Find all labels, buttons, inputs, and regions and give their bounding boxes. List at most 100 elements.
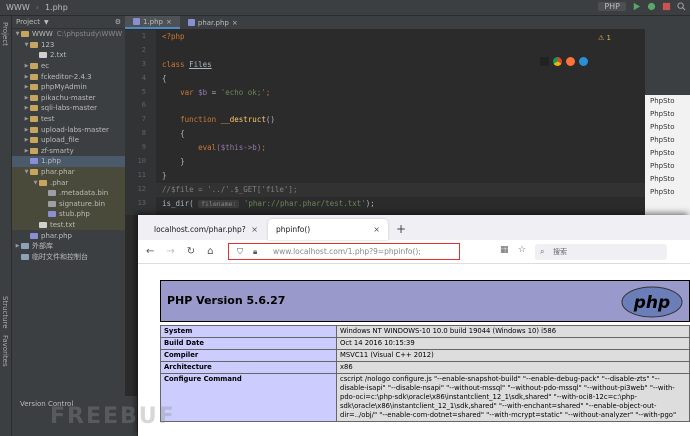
php-logo-icon: php	[621, 286, 683, 318]
tree-item[interactable]: .metadata.bin	[12, 187, 125, 199]
browser-tab-phar[interactable]: localhost.com/phar.php? ×	[146, 219, 266, 240]
back-icon[interactable]: ←	[146, 246, 154, 257]
file-icon	[21, 243, 29, 250]
bookmark-star-icon[interactable]: ☆	[518, 245, 526, 255]
tree-item[interactable]: ▶ pikachu-master	[12, 93, 125, 104]
gear-icon[interactable]: ⚙	[115, 18, 121, 26]
chevron-icon[interactable]: ▶	[23, 63, 30, 69]
popup-item[interactable]: PhpSto	[645, 108, 690, 121]
stop-icon[interactable]	[662, 2, 671, 11]
new-tab-icon[interactable]: +	[396, 222, 406, 236]
code-token: class	[162, 59, 190, 69]
edge-icon[interactable]	[579, 57, 588, 66]
warning-indicator[interactable]: ⚠ 1	[598, 34, 611, 42]
stripe-structure[interactable]: Structure	[1, 296, 9, 329]
chevron-icon[interactable]: ▶	[23, 105, 30, 111]
chevron-icon[interactable]: ▶	[23, 148, 30, 154]
popup-item[interactable]: PhpSto	[645, 186, 690, 199]
reload-icon[interactable]: ↻	[187, 246, 195, 257]
tab-phar-php[interactable]: phar.php ×	[180, 16, 246, 29]
tree-item[interactable]: phar.php	[12, 230, 125, 241]
tree-item[interactable]: ▶ sqli-labs-master	[12, 103, 125, 114]
lock-icon[interactable]: 🔒︎	[253, 247, 257, 257]
search-placeholder: 搜索	[553, 248, 567, 256]
project-panel-title[interactable]: Project	[16, 18, 40, 26]
chevron-icon[interactable]: ▼	[32, 180, 39, 186]
tree-item[interactable]: 1.php	[12, 156, 125, 167]
close-icon[interactable]: ×	[251, 225, 258, 234]
tree-item[interactable]: stub.php	[12, 209, 125, 220]
tree-item[interactable]: ▶ upload-labs-master	[12, 124, 125, 135]
shield-icon[interactable]: ⛉	[237, 247, 243, 257]
tree-item[interactable]: ▶ fckeditor-2.4.3	[12, 71, 125, 82]
line-number: 10	[137, 157, 146, 166]
tree-item[interactable]: signature.bin	[12, 198, 125, 210]
search-input[interactable]: ⌕ 搜索	[535, 244, 667, 260]
tree-item[interactable]: ▶ ec	[12, 61, 125, 72]
code-token: var	[180, 87, 199, 97]
close-icon[interactable]: ×	[166, 18, 172, 26]
folder-icon	[30, 116, 38, 123]
popup-item[interactable]: PhpSto	[645, 160, 690, 173]
tree-item[interactable]: ▶ 外部库	[12, 241, 125, 252]
current-file[interactable]: 1.php	[45, 3, 68, 12]
url-bar[interactable]: ⛉ 🔒︎ www.localhost.com/1.php?9=phpinfo()…	[228, 243, 460, 260]
file-icon	[48, 200, 56, 207]
tree-item[interactable]: ▼ phar.phar	[12, 166, 125, 178]
chevron-icon[interactable]: ▶	[14, 243, 21, 249]
chevron-icon[interactable]: ▼	[23, 169, 30, 175]
folder-icon	[30, 169, 38, 176]
firefox-icon[interactable]	[566, 57, 575, 66]
run-config-select[interactable]: PHP	[598, 2, 626, 11]
chevron-icon[interactable]: ▼	[23, 42, 30, 48]
project-name[interactable]: WWW	[6, 3, 30, 12]
chevron-icon[interactable]: ▶	[23, 74, 30, 80]
debug-icon[interactable]	[647, 2, 656, 11]
tree-item[interactable]: ▼ WWW C:\phpstudy\WWW	[12, 29, 125, 40]
tree-item[interactable]: ▶ test	[12, 114, 125, 125]
tree-item[interactable]: ▼ .phar	[12, 177, 125, 188]
code-line: }	[156, 155, 645, 169]
chevron-icon[interactable]: ▶	[23, 127, 30, 133]
forward-icon[interactable]: →	[166, 246, 174, 257]
close-icon[interactable]: ×	[373, 225, 380, 234]
tree-item[interactable]: ▶ upload_file	[12, 135, 125, 146]
chevron-down-icon[interactable]: ▼	[44, 19, 49, 26]
chevron-icon[interactable]: ▶	[23, 95, 30, 101]
tree-item[interactable]: ▶ zf-smarty	[12, 146, 125, 157]
phpstorm-icon[interactable]	[540, 57, 549, 66]
chevron-icon[interactable]: ▶	[23, 137, 30, 143]
code-line: eval($this->b);	[156, 141, 645, 155]
chrome-icon[interactable]	[553, 57, 562, 66]
tree-item[interactable]: test.txt	[12, 219, 125, 231]
code-token: is_dir(	[162, 198, 194, 208]
run-icon[interactable]	[632, 2, 641, 11]
search-everywhere-icon[interactable]	[677, 2, 686, 11]
tree-item[interactable]: 临时文件和控制台	[12, 251, 125, 262]
tree-item-label: ec	[41, 62, 50, 71]
popup-item[interactable]: PhpSto	[645, 134, 690, 147]
chevron-icon[interactable]: ▼	[14, 31, 21, 37]
browser-tab-phpinfo[interactable]: phpinfo() ×	[268, 219, 388, 240]
popup-item[interactable]: PhpSto	[645, 147, 690, 160]
browser-preview-icons	[540, 57, 588, 66]
tab-1-php[interactable]: 1.php ×	[125, 16, 180, 29]
qr-code-icon[interactable]: ▦	[500, 245, 509, 255]
tree-item-label: upload-labs-master	[41, 125, 109, 134]
code-token: =	[207, 87, 221, 97]
code-token: }	[162, 170, 167, 180]
tree-item[interactable]: ▼ 123	[12, 40, 125, 51]
popup-item[interactable]: PhpSto	[645, 121, 690, 134]
close-icon[interactable]: ×	[232, 19, 238, 27]
chevron-icon[interactable]: ▶	[23, 84, 30, 90]
stripe-favorites[interactable]: Favorites	[1, 335, 9, 367]
warning-count: 1	[606, 34, 611, 42]
chevron-icon[interactable]: ▶	[23, 116, 30, 122]
table-row: Compiler MSVC11 (Visual C++ 2012)	[160, 349, 690, 362]
tree-item[interactable]: 2.txt	[12, 50, 125, 61]
popup-item[interactable]: PhpSto	[645, 173, 690, 186]
tree-item[interactable]: ▶ phpMyAdmin	[12, 82, 125, 93]
popup-item[interactable]: PhpSto	[645, 95, 690, 108]
home-icon[interactable]: ⌂	[207, 246, 213, 257]
stripe-project[interactable]: Project	[1, 22, 9, 46]
